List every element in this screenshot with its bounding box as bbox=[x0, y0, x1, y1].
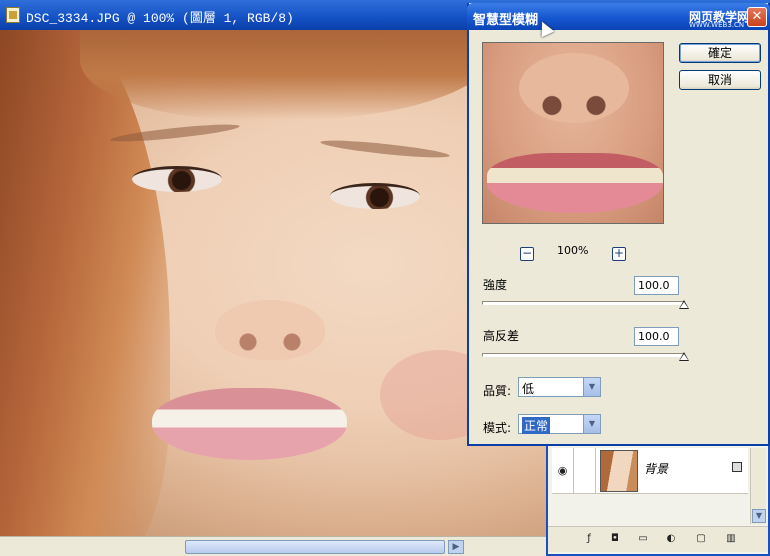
photo-eye-right bbox=[330, 183, 420, 209]
quality-label: 品質: bbox=[483, 384, 512, 398]
watermark-url: WWW.WEB3.CN bbox=[689, 21, 745, 29]
cancel-button[interactable]: 取消 bbox=[679, 70, 761, 90]
photo-brow-right bbox=[319, 137, 451, 161]
threshold-label: 高反差 bbox=[483, 329, 520, 343]
filter-preview[interactable] bbox=[482, 42, 664, 224]
photo-hair-top bbox=[80, 30, 500, 120]
new-layer-icon[interactable]: ▢ bbox=[694, 532, 708, 546]
photo-mouth bbox=[152, 388, 347, 460]
mode-select[interactable]: 正常 ▼ bbox=[518, 414, 601, 434]
dialog-title-bar[interactable]: 智慧型模糊 网页教学网 WWW.WEB3.CN ✕ bbox=[467, 3, 770, 38]
mode-value: 正常 bbox=[522, 417, 551, 434]
photo-eye-left bbox=[132, 166, 222, 192]
scrollbar-thumb[interactable] bbox=[185, 540, 445, 554]
layers-vertical-scrollbar[interactable]: ▼ bbox=[750, 448, 766, 524]
scroll-down-icon[interactable]: ▼ bbox=[752, 509, 766, 523]
dialog-title: 智慧型模糊 bbox=[473, 13, 539, 28]
zoom-out-button[interactable]: − bbox=[520, 247, 534, 261]
close-button[interactable]: ✕ bbox=[747, 7, 767, 27]
layer-link-cell[interactable] bbox=[574, 448, 596, 494]
chevron-down-icon[interactable]: ▼ bbox=[583, 378, 600, 396]
preview-nose bbox=[519, 53, 629, 123]
trash-icon[interactable]: ▥ bbox=[724, 532, 738, 546]
quality-select[interactable]: 低 ▼ bbox=[518, 377, 601, 397]
smart-blur-dialog: 智慧型模糊 网页教学网 WWW.WEB3.CN ✕ − 100% + 確定 取消… bbox=[467, 3, 770, 446]
zoom-level: 100% bbox=[557, 244, 589, 257]
quality-value: 低 bbox=[522, 382, 535, 396]
ok-button[interactable]: 確定 bbox=[679, 43, 761, 63]
radius-slider[interactable] bbox=[482, 301, 684, 305]
zoom-in-button[interactable]: + bbox=[612, 247, 626, 261]
photo-nose bbox=[215, 300, 325, 360]
lock-icon bbox=[732, 462, 742, 472]
threshold-input[interactable]: 100.0 bbox=[634, 327, 679, 346]
layers-toolbar: ƒ ◘ ▭ ◐ ▢ ▥ bbox=[548, 526, 768, 552]
chevron-down-icon[interactable]: ▼ bbox=[583, 415, 600, 433]
layer-mask-icon[interactable]: ◘ bbox=[608, 532, 622, 546]
adjustment-layer-icon[interactable]: ◐ bbox=[664, 532, 678, 546]
document-title: DSC_3334.JPG @ 100% (圖層 1, RGB/8) bbox=[26, 11, 294, 26]
threshold-slider[interactable] bbox=[482, 353, 684, 357]
layer-group-icon[interactable]: ▭ bbox=[636, 532, 650, 546]
cursor-icon bbox=[535, 18, 555, 38]
file-icon bbox=[6, 7, 20, 23]
visibility-eye-icon[interactable]: ◉ bbox=[552, 448, 574, 494]
radius-input[interactable]: 100.0 bbox=[634, 276, 679, 295]
threshold-slider-thumb[interactable] bbox=[679, 352, 689, 361]
layer-thumbnail bbox=[600, 450, 638, 492]
mode-label: 模式: bbox=[483, 421, 512, 435]
layer-style-icon[interactable]: ƒ bbox=[582, 532, 596, 546]
layer-row[interactable]: ◉ 背景 bbox=[552, 448, 748, 494]
layer-name: 背景 bbox=[644, 462, 669, 476]
layers-panel: ◉ 背景 ▼ ƒ ◘ ▭ ◐ ▢ ▥ bbox=[546, 446, 770, 556]
radius-slider-thumb[interactable] bbox=[679, 300, 689, 309]
scroll-right-icon[interactable]: ▶ bbox=[448, 540, 464, 554]
preview-mouth bbox=[487, 153, 663, 213]
radius-label: 強度 bbox=[483, 278, 508, 292]
